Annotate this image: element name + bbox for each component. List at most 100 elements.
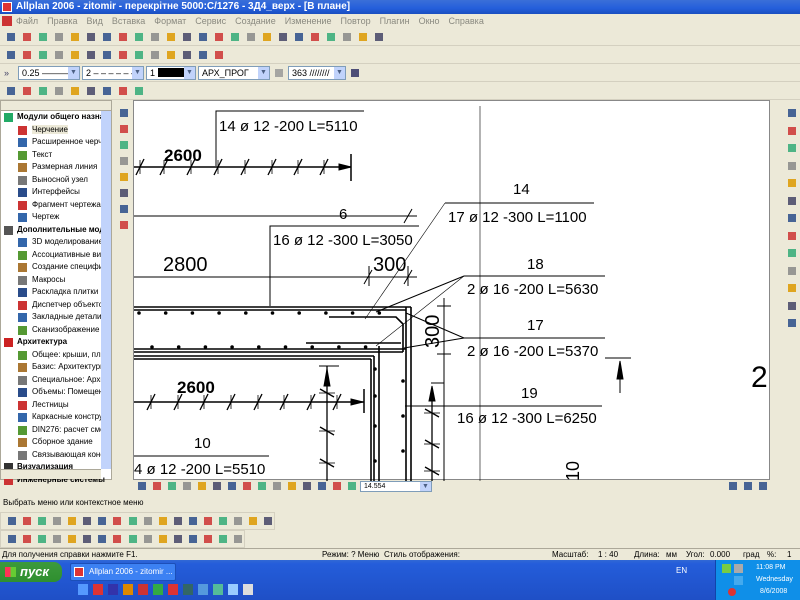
- toolbar-button-icon[interactable]: [126, 532, 139, 546]
- toolbar-button-icon[interactable]: [785, 106, 799, 120]
- toolbar-button-icon[interactable]: [785, 194, 799, 208]
- toolbar-button-icon[interactable]: [20, 514, 33, 528]
- toolbar-button-icon[interactable]: [228, 30, 242, 44]
- start-button[interactable]: пуск: [0, 562, 62, 582]
- toolbar-button-icon[interactable]: [212, 48, 226, 62]
- toolbar-button-icon[interactable]: [785, 176, 799, 190]
- toolbar-button-icon[interactable]: [141, 514, 154, 528]
- toolbar-button-icon[interactable]: [324, 30, 338, 44]
- toolbar-button-icon[interactable]: [240, 479, 254, 493]
- toolbar-button-icon[interactable]: [141, 532, 154, 546]
- tray-icon[interactable]: [734, 564, 743, 573]
- menu-item[interactable]: Формат: [154, 16, 186, 26]
- menu-item[interactable]: Файл: [16, 16, 38, 26]
- quick-launch-icon[interactable]: [93, 584, 103, 595]
- toolbar-button-icon[interactable]: [50, 532, 63, 546]
- toolbar-button-icon[interactable]: [165, 479, 179, 493]
- hatch-select[interactable]: 363 ////////▼: [288, 65, 346, 80]
- toolbar-button-icon[interactable]: [308, 30, 322, 44]
- module-item[interactable]: Чертеж: [1, 211, 111, 224]
- module-item[interactable]: Связывающая констр: [1, 449, 111, 462]
- module-item[interactable]: Каркасные конструк: [1, 411, 111, 424]
- toolbar-button-icon[interactable]: [116, 48, 130, 62]
- toolbar-button-icon[interactable]: [110, 514, 123, 528]
- toolbar-button-icon[interactable]: [20, 30, 34, 44]
- module-item[interactable]: Ассоциативные виды: [1, 249, 111, 262]
- module-item[interactable]: Создание спецификац: [1, 261, 111, 274]
- toolbar-button-icon[interactable]: [117, 202, 131, 216]
- toolbar-button-icon[interactable]: [36, 84, 50, 98]
- quick-launch-icon[interactable]: [78, 584, 88, 595]
- toolbar-button-icon[interactable]: [201, 532, 214, 546]
- toolbar-button-icon[interactable]: [356, 30, 370, 44]
- toolbar-button-icon[interactable]: [785, 159, 799, 173]
- document-menu-icon[interactable]: [2, 16, 12, 26]
- toolbar-button-icon[interactable]: [216, 514, 229, 528]
- toolbar-button-icon[interactable]: [117, 154, 131, 168]
- toolbar-button-icon[interactable]: [52, 84, 66, 98]
- toolbar-button-icon[interactable]: [68, 48, 82, 62]
- taskbar-window-button[interactable]: Allplan 2006 - zitomir ...: [70, 563, 176, 581]
- toolbar-button-icon[interactable]: [216, 532, 229, 546]
- toolbar-button-icon[interactable]: [132, 48, 146, 62]
- toolbar-button-icon[interactable]: [276, 30, 290, 44]
- toolbar-button-icon[interactable]: [84, 30, 98, 44]
- toolbar-button-icon[interactable]: [300, 479, 314, 493]
- module-item[interactable]: Размерная линия: [1, 161, 111, 174]
- zoom-scale-input[interactable]: 14.554 ▼: [360, 480, 432, 492]
- toolbar-button-icon[interactable]: [186, 514, 199, 528]
- menu-item[interactable]: Создание: [235, 16, 276, 26]
- menu-item[interactable]: Окно: [419, 16, 440, 26]
- toolbar-button-icon[interactable]: [270, 479, 284, 493]
- toolbar-button-icon[interactable]: [35, 532, 48, 546]
- toolbar-button-icon[interactable]: [164, 30, 178, 44]
- toolbar-button-icon[interactable]: [150, 479, 164, 493]
- toolbar-button-icon[interactable]: [372, 30, 386, 44]
- toolbar-button-icon[interactable]: [80, 514, 93, 528]
- toolbar-button-icon[interactable]: [52, 30, 66, 44]
- toolbar-button-icon[interactable]: [5, 532, 18, 546]
- toolbar-button-icon[interactable]: [785, 264, 799, 278]
- toolbar-button-icon[interactable]: [20, 84, 34, 98]
- toolbar-button-icon[interactable]: [36, 30, 50, 44]
- toolbar-button-icon[interactable]: [68, 84, 82, 98]
- toolbar-button-icon[interactable]: [117, 186, 131, 200]
- toolbar-button-icon[interactable]: [340, 30, 354, 44]
- expand-icon[interactable]: »: [4, 68, 16, 78]
- toolbar-button-icon[interactable]: [285, 479, 299, 493]
- toolbar-button-icon[interactable]: [148, 48, 162, 62]
- pen-thickness-select[interactable]: 0.25 ——— ▼: [18, 65, 80, 80]
- quick-launch-icon[interactable]: [183, 584, 193, 595]
- module-item[interactable]: Общее: крыши, плоск: [1, 349, 111, 362]
- toolbar-button-icon[interactable]: [84, 48, 98, 62]
- vertical-scrollbar[interactable]: [101, 111, 111, 469]
- allplan-app-icon[interactable]: [2, 2, 12, 12]
- toolbar-button-icon[interactable]: [186, 532, 199, 546]
- window-tile-icon[interactable]: [726, 479, 740, 493]
- toolbar-button-icon[interactable]: [195, 479, 209, 493]
- menu-item[interactable]: Сервис: [195, 16, 226, 26]
- toolbar-button-icon[interactable]: [196, 30, 210, 44]
- tray-icon[interactable]: [722, 564, 731, 573]
- quick-launch-icon[interactable]: [153, 584, 163, 595]
- toolbar-button-icon[interactable]: [785, 246, 799, 260]
- module-item[interactable]: Черчение: [1, 124, 111, 137]
- toolbar-button-icon[interactable]: [261, 514, 274, 528]
- toolbar-button-icon[interactable]: [785, 141, 799, 155]
- toolbar-button-icon[interactable]: [65, 532, 78, 546]
- module-item[interactable]: Диспетчер объектов: [1, 299, 111, 312]
- color-select[interactable]: 1 ▼: [146, 65, 196, 80]
- copy-view-icon[interactable]: [756, 479, 770, 493]
- toolbar-button-icon[interactable]: [65, 514, 78, 528]
- module-item[interactable]: Интерфейсы: [1, 186, 111, 199]
- module-item[interactable]: Лестницы: [1, 399, 111, 412]
- module-item[interactable]: Текст: [1, 149, 111, 162]
- toolbar-button-icon[interactable]: [315, 479, 329, 493]
- toolbar-button-icon[interactable]: [116, 84, 130, 98]
- toolbar-button-icon[interactable]: [100, 30, 114, 44]
- module-group[interactable]: Дополнительные мод: [1, 224, 111, 237]
- security-alert-icon[interactable]: [728, 588, 736, 596]
- toolbar-button-icon[interactable]: [50, 514, 63, 528]
- module-item[interactable]: DIN276: расчет смет: [1, 424, 111, 437]
- toolbar-button-icon[interactable]: [95, 532, 108, 546]
